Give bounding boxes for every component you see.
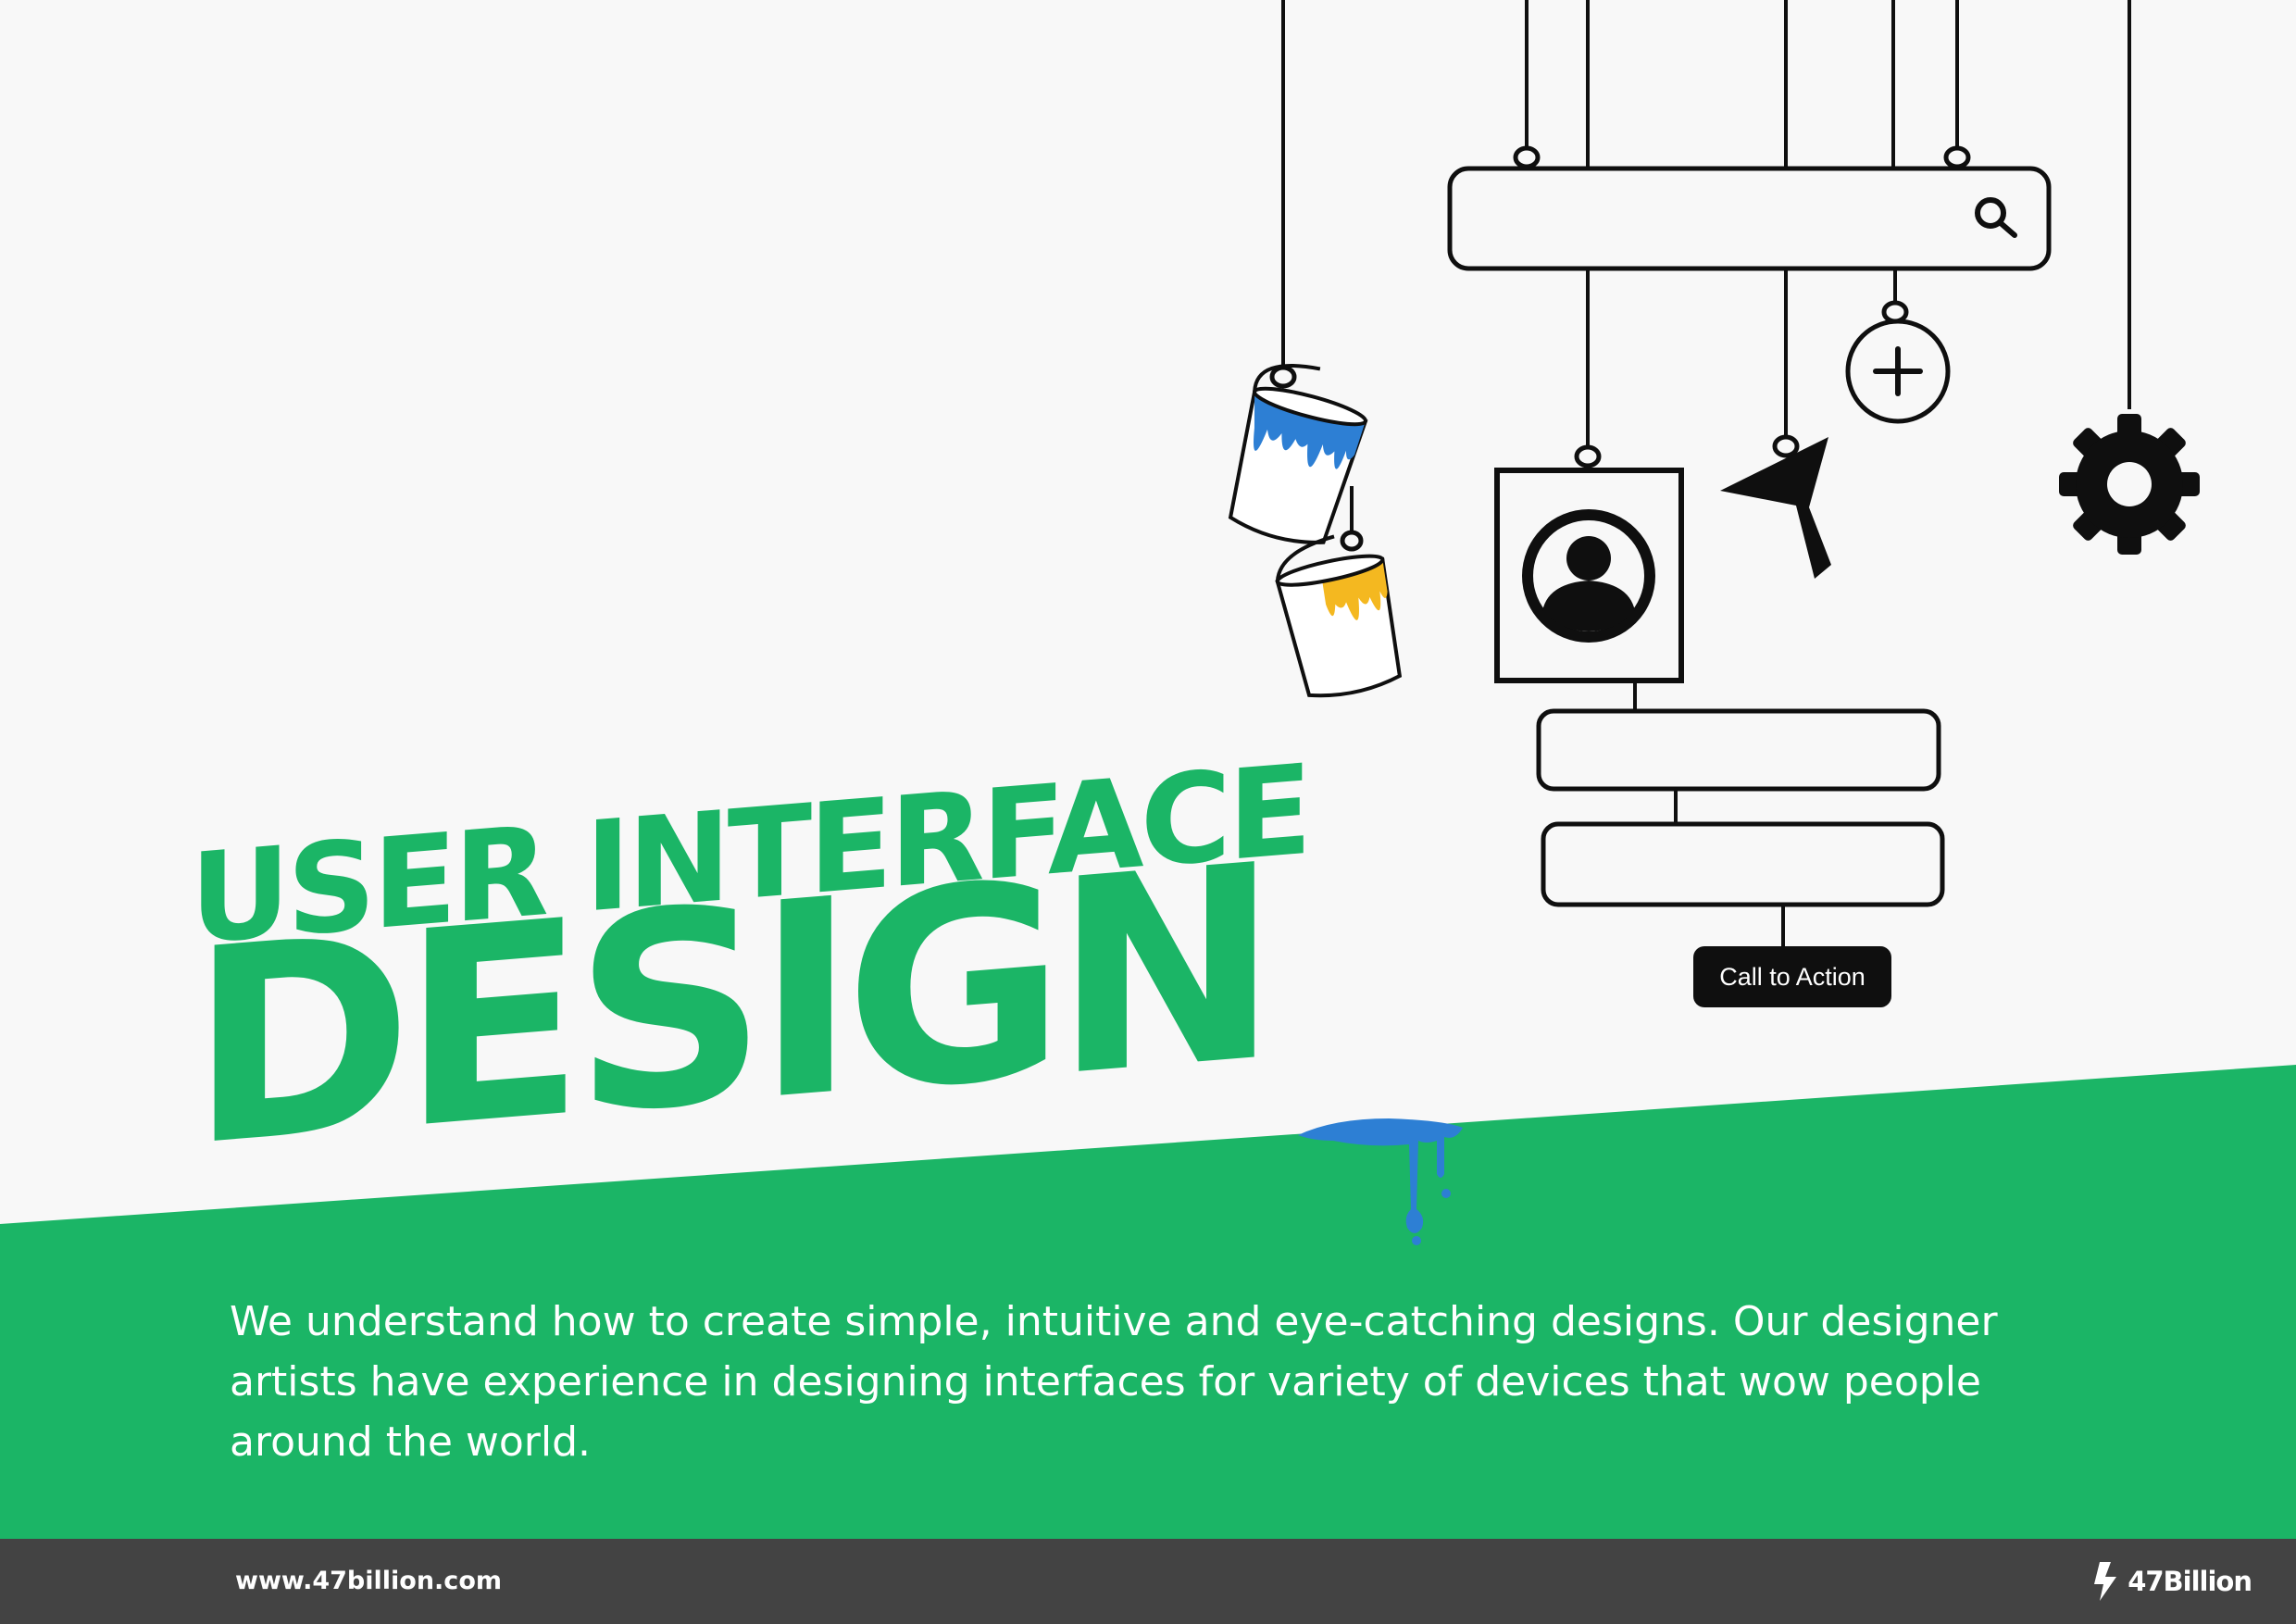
website-link[interactable]: www.47billion.com [235,1567,502,1595]
form-field-1 [1536,708,1941,792]
plus-icon [1845,319,1951,424]
paint-bucket-icon [1275,534,1403,698]
call-to-action-button[interactable]: Call to Action [1693,946,1891,1007]
cursor-icon [1720,437,1831,579]
form-field-2 [1541,821,1945,907]
lightning-logo-icon [2094,1562,2117,1601]
hanging-strings [1281,0,2131,946]
footer: www.47billion.com 47Billion [0,1539,2296,1624]
brand-logo[interactable]: 47Billion [2090,1559,2252,1604]
gear-icon [2059,414,2200,555]
search-bar [1447,166,2052,271]
headline-line2: DESIGN [190,807,1268,1206]
brand-name: 47Billion [2128,1566,2252,1597]
description-text: We understand how to create simple, intu… [230,1298,1998,1466]
user-avatar-icon [1494,468,1684,683]
poster: USER INTERFACE DESIGN Call to Action We … [0,0,2296,1624]
